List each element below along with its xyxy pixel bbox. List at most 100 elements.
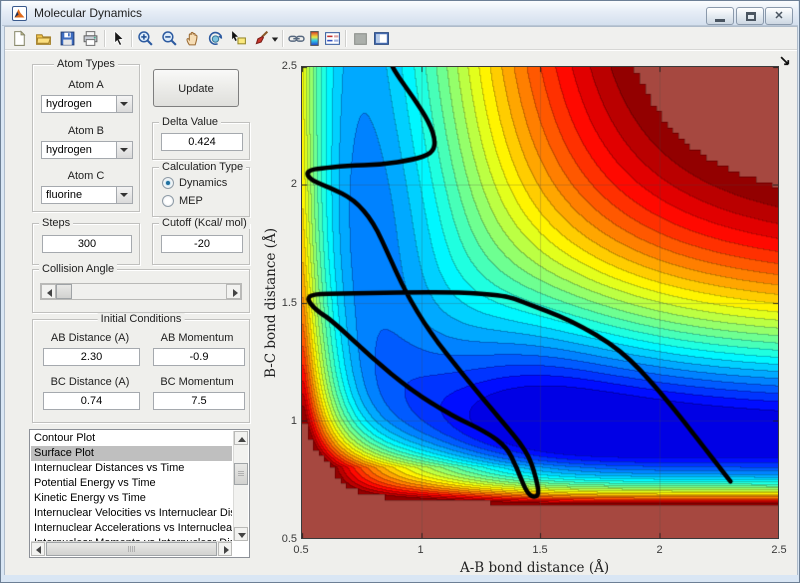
update-button[interactable]: Update: [153, 69, 239, 107]
slider-left-arrow[interactable]: [41, 284, 56, 299]
minimize-icon: [715, 19, 725, 22]
cutoff-panel: Cutoff (Kcal/ mol) -20: [152, 217, 250, 265]
mep-radio-label: MEP: [179, 195, 203, 207]
vertical-scrollbar[interactable]: [233, 431, 248, 541]
thumb-grip: [127, 546, 135, 552]
thumb-grip: [238, 471, 244, 476]
ab-momentum-label: AB Momentum: [160, 332, 234, 344]
calculation-type-panel: Calculation Type Dynamics MEP: [152, 161, 250, 217]
insert-colorbar-icon[interactable]: [306, 30, 323, 47]
insert-legend-icon[interactable]: [324, 30, 341, 47]
cutoff-input[interactable]: -20: [161, 235, 243, 253]
axes-corner-arrow-icon: [780, 56, 790, 66]
title-bar: Molecular Dynamics ✕: [2, 1, 798, 26]
scroll-down-button[interactable]: [234, 527, 248, 541]
dropdown-button[interactable]: [116, 187, 132, 203]
bc-momentum-input[interactable]: 7.5: [153, 392, 245, 410]
mep-radio[interactable]: [162, 195, 174, 207]
slider-right-arrow[interactable]: [226, 284, 241, 299]
app-window: Molecular Dynamics ✕ Atom Types Atom A h…: [0, 0, 800, 583]
maximize-icon: [746, 12, 756, 21]
left-arrow-icon: [47, 289, 52, 297]
pan-hand-icon[interactable]: [184, 30, 201, 47]
list-item[interactable]: Internuclear Distances vs Time: [31, 461, 232, 476]
scroll-left-button[interactable]: [31, 542, 45, 556]
zoom-in-icon[interactable]: [137, 30, 154, 47]
zoom-out-icon[interactable]: [161, 30, 178, 47]
left-arrow-icon: [36, 546, 41, 554]
atom-b-label: Atom B: [67, 125, 105, 137]
atom-c-select[interactable]: fluorine: [41, 186, 133, 204]
panel-title: Initial Conditions: [97, 313, 185, 325]
list-item[interactable]: Contour Plot: [31, 431, 232, 446]
x-axis-label: A-B bond distance (Å): [460, 560, 610, 576]
toolbar-separator: [345, 30, 346, 47]
steps-input[interactable]: 300: [42, 235, 132, 253]
dropdown-button[interactable]: [116, 142, 132, 158]
minimize-button[interactable]: [706, 7, 734, 25]
panel-title: Cutoff (Kcal/ mol): [159, 217, 250, 229]
scroll-thumb[interactable]: [46, 542, 217, 556]
atom-a-label: Atom A: [68, 79, 104, 91]
chevron-down-icon: [120, 102, 128, 106]
list-item[interactable]: Surface Plot: [31, 446, 232, 461]
new-figure-icon[interactable]: [11, 30, 28, 47]
panel-title: Collision Angle: [39, 263, 118, 275]
list-item[interactable]: Potential Energy vs Time: [31, 476, 232, 491]
data-cursor-icon[interactable]: [230, 30, 247, 47]
atom-types-panel: Atom Types Atom A hydrogen Atom B hydrog…: [32, 58, 140, 212]
brush-data-icon[interactable]: [253, 30, 270, 47]
list-item[interactable]: Internuclear Velocities vs Internuclear …: [31, 506, 232, 521]
horizontal-scrollbar[interactable]: [31, 541, 232, 556]
brush-dropdown-icon[interactable]: [270, 30, 280, 47]
atom-b-select[interactable]: hydrogen: [41, 141, 133, 159]
panel-title: Atom Types: [54, 58, 118, 70]
save-figure-icon[interactable]: [59, 30, 76, 47]
atom-a-select[interactable]: hydrogen: [41, 95, 133, 113]
atom-c-value: fluorine: [46, 189, 83, 201]
scroll-up-button[interactable]: [234, 431, 248, 445]
x-tick-label: 2: [656, 544, 663, 556]
hide-plot-tools-icon[interactable]: [352, 30, 369, 47]
y-tick-label: 0.5: [281, 533, 297, 545]
maximize-button[interactable]: [736, 7, 764, 25]
chevron-down-icon: [120, 193, 128, 197]
scroll-thumb[interactable]: [234, 463, 248, 485]
edit-cursor-icon[interactable]: [110, 30, 127, 47]
window-title: Molecular Dynamics: [34, 6, 143, 20]
window-bottom-frame: [2, 575, 798, 582]
scroll-right-button[interactable]: [218, 542, 232, 556]
slider-thumb[interactable]: [56, 284, 72, 299]
show-plot-tools-icon[interactable]: [373, 30, 390, 47]
initial-conditions-panel: Initial Conditions AB Distance (A) AB Mo…: [32, 313, 250, 423]
list-item[interactable]: Kinetic Energy vs Time: [31, 491, 232, 506]
down-arrow-icon: [238, 533, 246, 538]
print-figure-icon[interactable]: [82, 30, 99, 47]
ab-momentum-input[interactable]: -0.9: [153, 348, 245, 366]
x-tick-label: 1: [417, 544, 424, 556]
y-tick-label: 1: [290, 414, 297, 427]
y-tick-label: 2: [290, 178, 297, 191]
open-file-icon[interactable]: [35, 30, 52, 47]
steps-panel: Steps 300: [32, 217, 140, 265]
bc-distance-input[interactable]: 0.74: [43, 392, 140, 410]
list-item[interactable]: Internuclear Accelerations vs Internucle…: [31, 521, 232, 536]
bc-distance-label: BC Distance (A): [50, 376, 130, 388]
collision-angle-slider[interactable]: [40, 283, 242, 300]
close-button[interactable]: ✕: [765, 7, 793, 25]
collision-angle-panel: Collision Angle: [32, 263, 250, 313]
atom-a-value: hydrogen: [46, 98, 92, 110]
dropdown-button[interactable]: [116, 96, 132, 112]
delta-value-input[interactable]: 0.424: [161, 133, 243, 151]
ab-distance-input[interactable]: 2.30: [43, 348, 140, 366]
link-plots-icon[interactable]: [288, 30, 305, 47]
y-axis-label: B-C bond distance (Å): [263, 227, 279, 378]
dynamics-radio[interactable]: [162, 177, 174, 189]
rotate-3d-icon[interactable]: [207, 30, 224, 47]
plot-type-listbox[interactable]: Contour Plot Surface Plot Internuclear Dis…: [29, 429, 250, 558]
figure-client-area: Atom Types Atom A hydrogen Atom B hydrog…: [4, 26, 798, 576]
x-tick-label: 1.5: [532, 544, 548, 556]
bc-momentum-label: BC Momentum: [160, 376, 234, 388]
x-tick-label: 2.5: [771, 544, 787, 556]
contour-plot-canvas[interactable]: [301, 66, 779, 539]
